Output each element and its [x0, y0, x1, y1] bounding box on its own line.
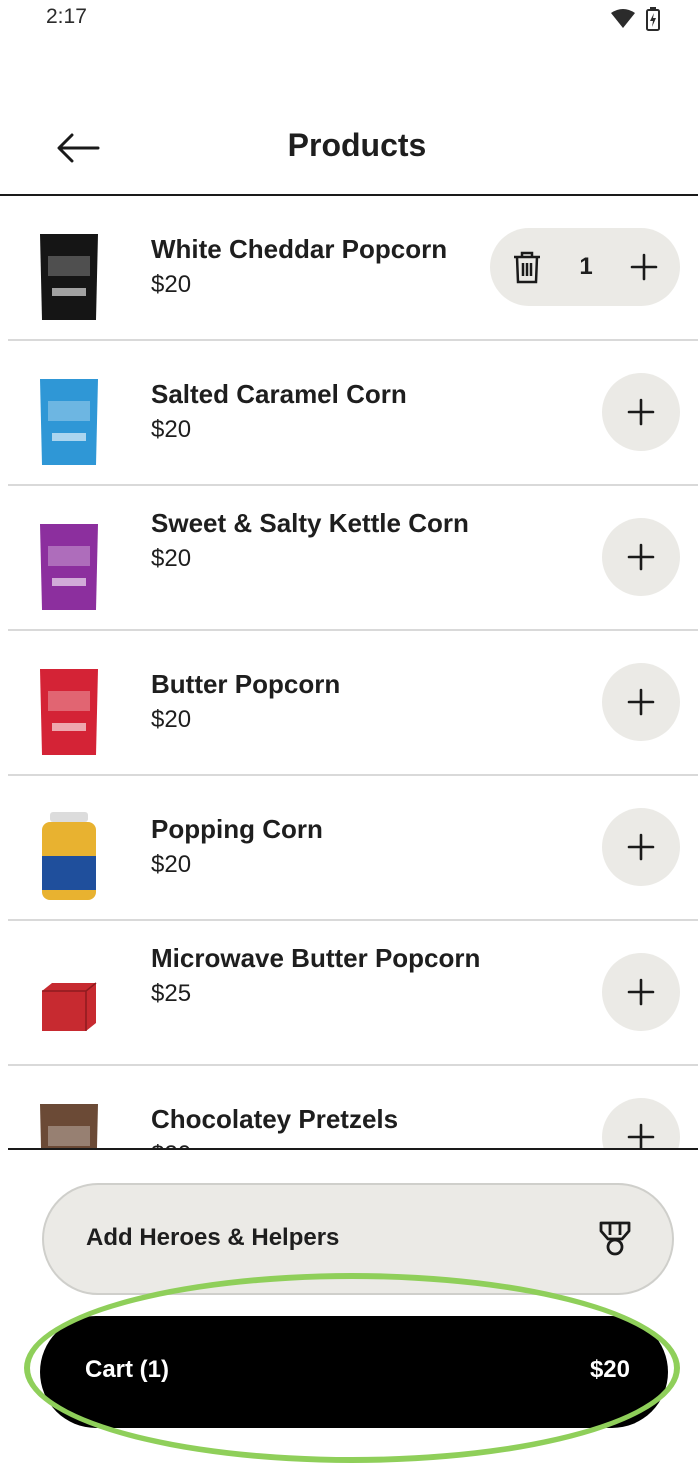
- product-image: [42, 812, 96, 900]
- product-row: Chocolatey Pretzels $20: [8, 1066, 698, 1148]
- quantity-stepper[interactable]: 1: [490, 228, 680, 306]
- product-row: Sweet & Salty Kettle Corn $20: [8, 486, 698, 631]
- product-price: $20: [151, 851, 192, 878]
- add-to-cart-button[interactable]: [602, 1098, 680, 1148]
- product-row: Popping Corn $20: [8, 776, 698, 921]
- product-image: [40, 1104, 98, 1148]
- product-info: Salted Caramel Corn $20: [151, 377, 481, 447]
- product-info: Butter Popcorn $20: [151, 667, 481, 737]
- product-name: Chocolatey Pretzels: [151, 1104, 399, 1134]
- product-image: [40, 524, 98, 610]
- plus-icon: [627, 833, 655, 861]
- product-image: [42, 982, 97, 1031]
- product-price: $20: [151, 545, 192, 572]
- cart-button[interactable]: Cart (1) $20: [40, 1316, 668, 1428]
- product-price: $20: [151, 1138, 481, 1148]
- product-list[interactable]: White Cheddar Popcorn $20 1 Salted Caram…: [0, 196, 698, 1148]
- plus-icon: [627, 543, 655, 571]
- status-icons: [610, 7, 660, 31]
- product-row: White Cheddar Popcorn $20 1: [8, 196, 698, 341]
- plus-icon: [627, 978, 655, 1006]
- add-to-cart-button[interactable]: [602, 518, 680, 596]
- medal-icon: [599, 1221, 631, 1256]
- status-time: 2:17: [46, 5, 87, 28]
- quantity-value: 1: [579, 253, 593, 280]
- cart-label: Cart (1): [85, 1356, 170, 1383]
- product-name: Popping Corn: [151, 814, 323, 844]
- status-bar: 2:17: [0, 0, 698, 40]
- battery-icon: [646, 7, 660, 31]
- trash-icon[interactable]: [512, 250, 542, 284]
- product-image: [40, 234, 98, 320]
- cart-total: $20: [589, 1356, 630, 1383]
- product-name: Butter Popcorn: [151, 669, 341, 699]
- product-name: Microwave Butter Popcorn: [151, 943, 481, 973]
- add-to-cart-button[interactable]: [602, 373, 680, 451]
- footer-divider: [8, 1148, 698, 1150]
- plus-icon: [627, 398, 655, 426]
- plus-icon: [627, 688, 655, 716]
- product-image: [40, 379, 98, 465]
- product-price: $20: [151, 271, 192, 298]
- add-heroes-helpers-button[interactable]: Add Heroes & Helpers: [42, 1183, 674, 1295]
- product-info: Sweet & Salty Kettle Corn $20: [151, 506, 481, 576]
- product-info: Microwave Butter Popcorn $25: [151, 941, 481, 1011]
- plus-icon[interactable]: [630, 253, 658, 281]
- page-title: Products: [287, 127, 427, 163]
- wifi-icon: [611, 9, 635, 28]
- add-to-cart-button[interactable]: [602, 953, 680, 1031]
- product-name: White Cheddar Popcorn: [151, 234, 448, 264]
- product-price: $25: [151, 980, 192, 1007]
- product-row: Microwave Butter Popcorn $25: [8, 921, 698, 1066]
- product-row: Salted Caramel Corn $20: [8, 341, 698, 486]
- product-image: [40, 669, 98, 755]
- product-name: Salted Caramel Corn: [151, 379, 407, 409]
- add-to-cart-button[interactable]: [602, 663, 680, 741]
- product-price: $20: [151, 416, 192, 443]
- add-to-cart-button[interactable]: [602, 808, 680, 886]
- app-header: Products: [0, 100, 698, 196]
- product-info: White Cheddar Popcorn $20: [151, 232, 481, 302]
- product-row: Butter Popcorn $20: [8, 631, 698, 776]
- product-info: Popping Corn $20: [151, 812, 481, 882]
- helpers-label: Add Heroes & Helpers: [86, 1224, 340, 1251]
- product-price: $20: [151, 706, 192, 733]
- product-name: Sweet & Salty Kettle Corn: [151, 508, 469, 538]
- plus-icon: [627, 1123, 655, 1148]
- product-info: Chocolatey Pretzels $20: [151, 1102, 481, 1148]
